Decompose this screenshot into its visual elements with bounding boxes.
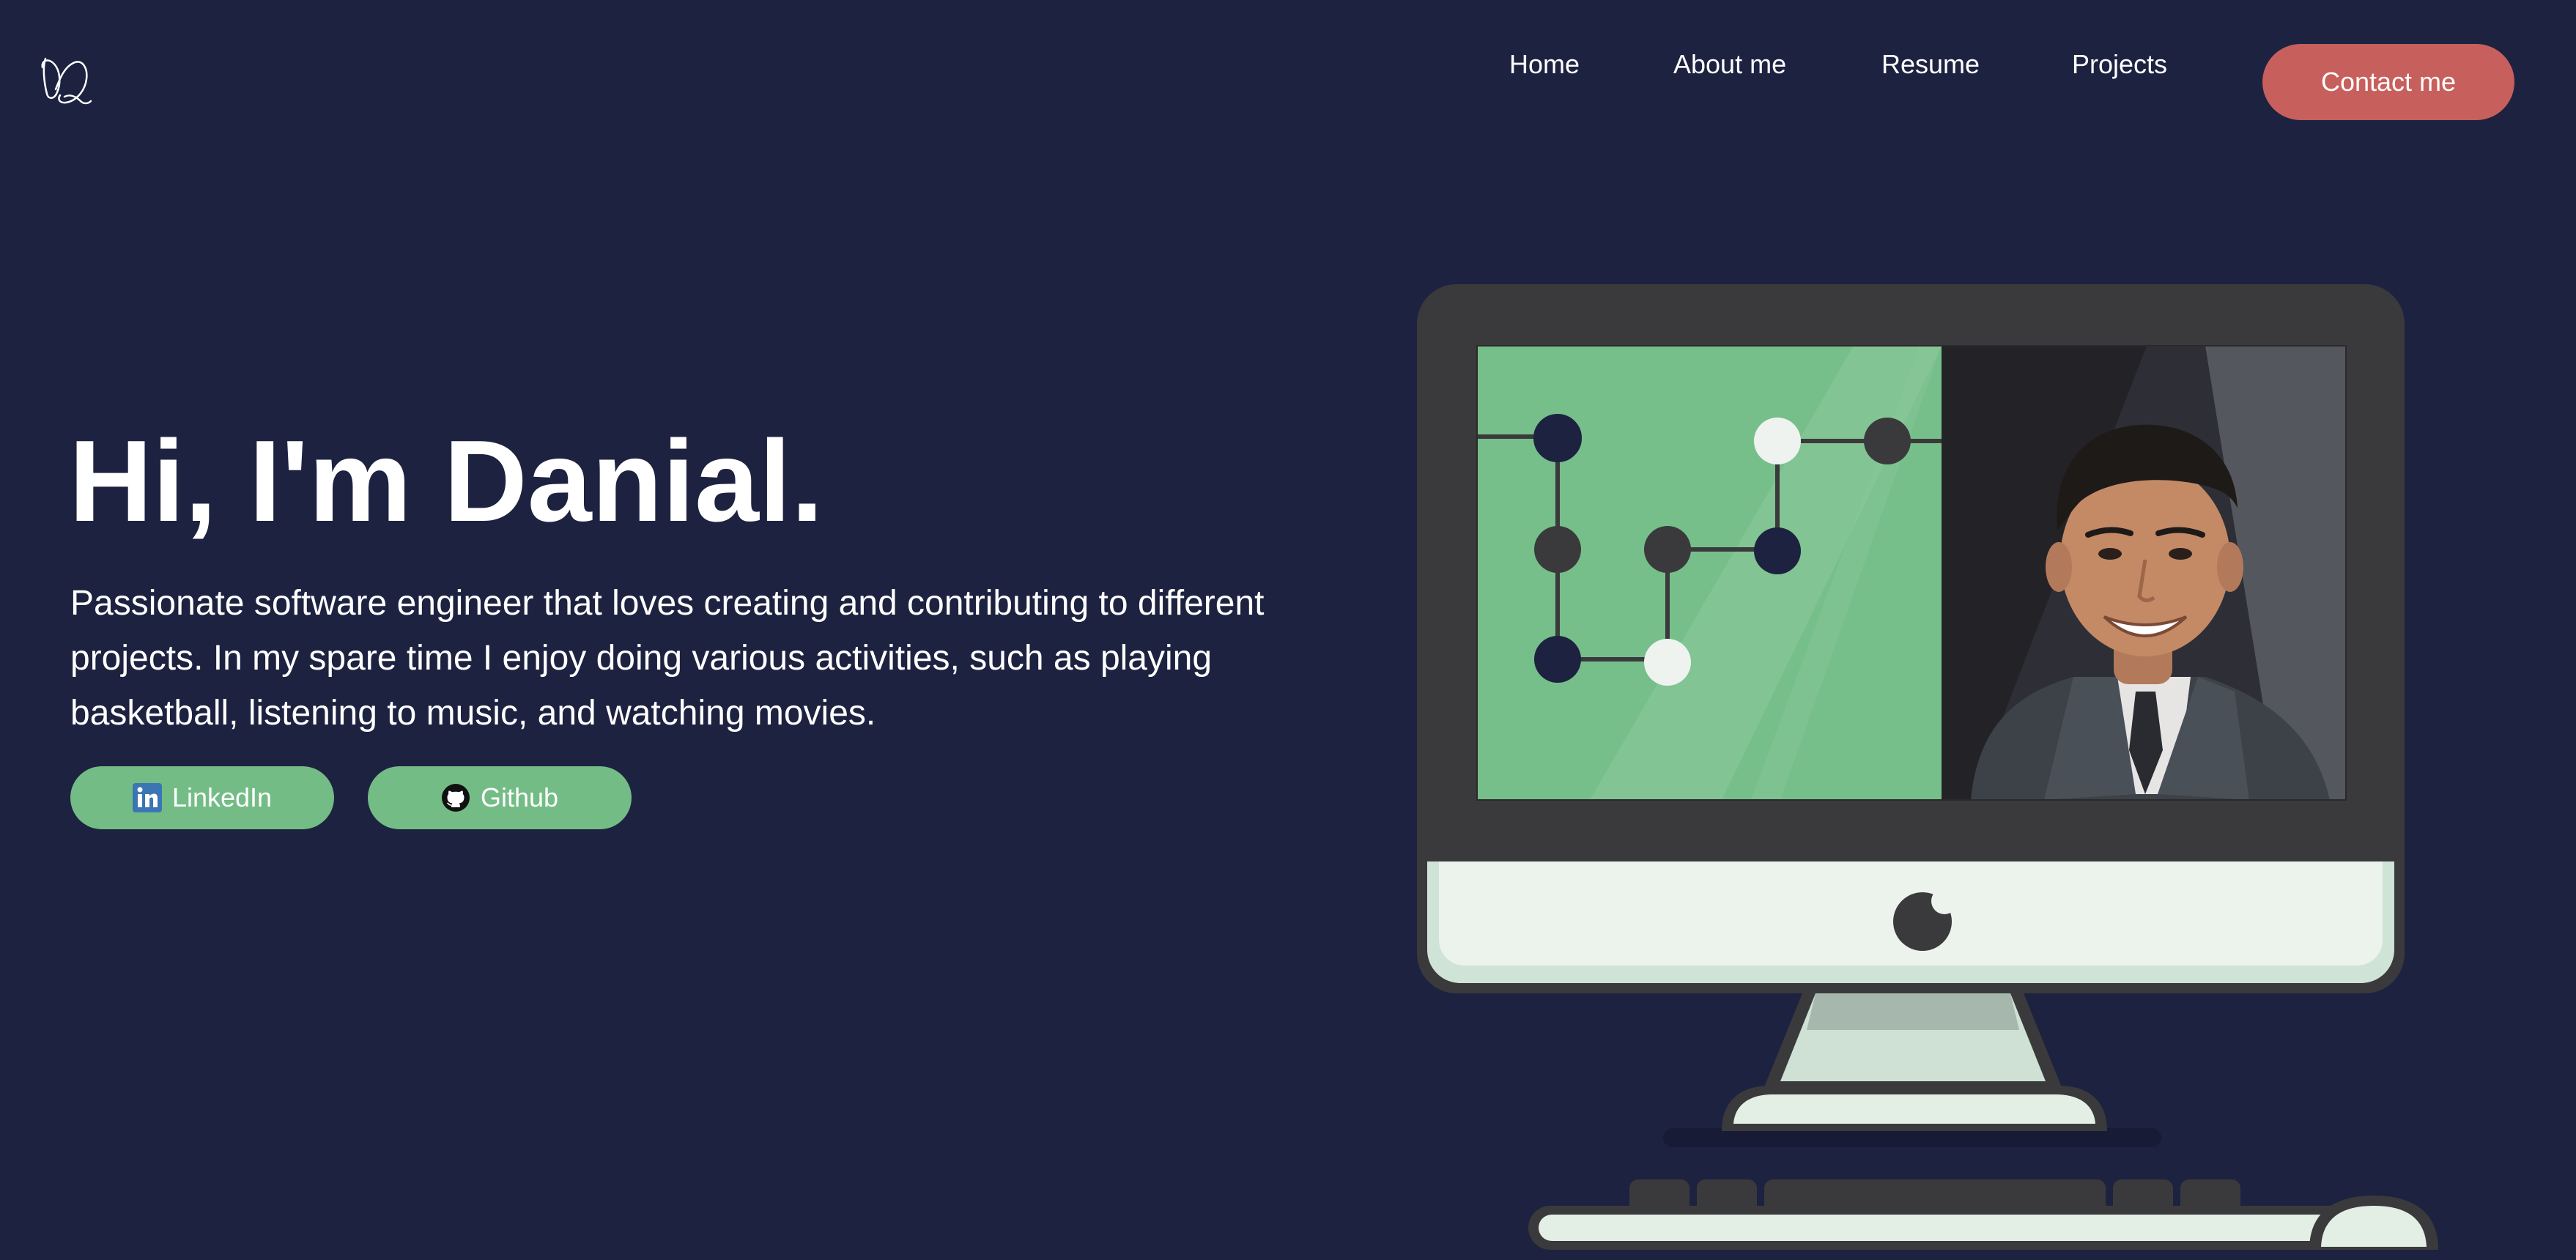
github-button[interactable]: Github xyxy=(368,766,632,829)
signature-logo-icon[interactable] xyxy=(35,45,103,113)
monitor-stand xyxy=(1722,993,2107,1131)
hero-description: Passionate software engineer that loves … xyxy=(70,584,1265,733)
linkedin-label: LinkedIn xyxy=(171,782,273,812)
nav-resume-link[interactable]: Resume xyxy=(1881,49,1980,80)
mouse xyxy=(2309,1196,2438,1250)
contact-me-button[interactable]: Contact me xyxy=(2262,44,2514,120)
linkedin-button[interactable]: LinkedIn xyxy=(70,766,334,829)
page: Home About me Resume Projects Contact me… xyxy=(0,0,2576,1260)
keyboard xyxy=(1528,1179,2388,1250)
computer-illustration xyxy=(1417,284,2438,1250)
nav-projects-link[interactable]: Projects xyxy=(2072,49,2167,80)
github-icon xyxy=(441,784,470,812)
nav-about-link[interactable]: About me xyxy=(1673,49,1786,80)
github-label: Github xyxy=(480,782,559,812)
nav-home-link[interactable]: Home xyxy=(1509,49,1580,80)
screen-graphic xyxy=(1477,346,1942,800)
profile-photo xyxy=(1942,346,2346,800)
hero-title: Hi, I'm Danial. xyxy=(69,417,823,546)
linkedin-icon xyxy=(132,783,162,812)
